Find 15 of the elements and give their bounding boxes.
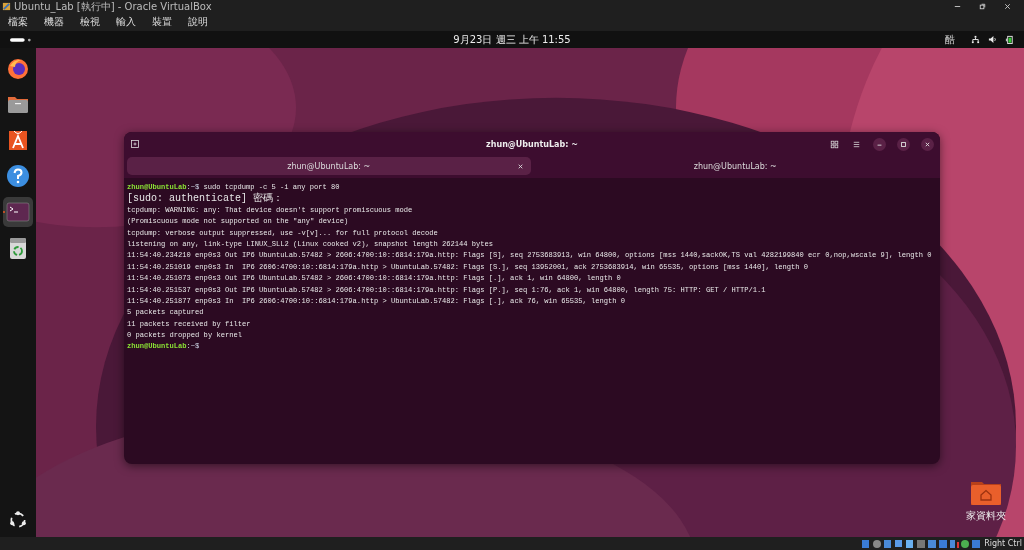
terminal-tab[interactable]: zhun@UbuntuLab: ~: [127, 157, 531, 175]
host-key-label: Right Ctrl: [984, 539, 1022, 548]
input-method-indicator[interactable]: 酷: [945, 32, 955, 47]
window-title: zhun@UbuntuLab: ~: [486, 139, 578, 149]
menu-item[interactable]: 說明: [188, 15, 208, 29]
terminal-tab[interactable]: zhun@UbuntuLab: ~: [533, 157, 937, 175]
menu-item[interactable]: 輸入: [116, 15, 136, 29]
menu-item[interactable]: 機器: [44, 15, 64, 29]
menu-item[interactable]: 檢視: [80, 15, 100, 29]
clock[interactable]: 9月23日 週三 上午 11:55: [453, 32, 571, 47]
desktop-icon-label[interactable]: 家資料夾: [966, 509, 1006, 523]
output-line: [sudo: authenticate] 密碼：: [127, 193, 284, 205]
menu-item[interactable]: 裝置: [152, 15, 172, 29]
menu-item[interactable]: 檔案: [8, 15, 28, 29]
window-title: Ubuntu_Lab [執行中] - Oracle VirtualBox: [14, 0, 212, 13]
